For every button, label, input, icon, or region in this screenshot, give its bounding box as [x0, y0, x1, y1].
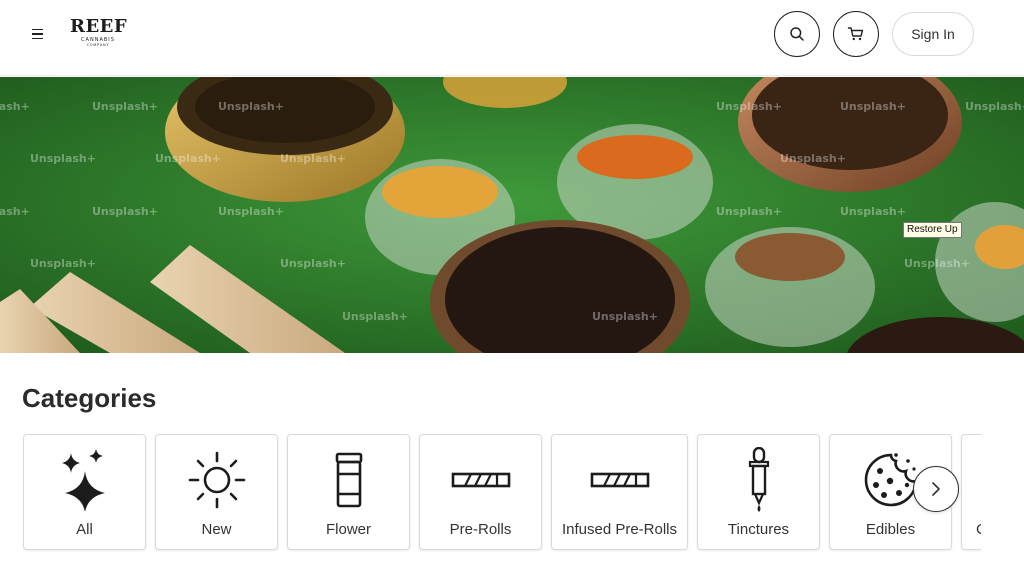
- svg-text:Unsplash+: Unsplash+: [840, 205, 906, 218]
- svg-text:Unsplash+: Unsplash+: [280, 152, 346, 165]
- menu-icon[interactable]: [28, 24, 48, 44]
- svg-text:Unsplash+: Unsplash+: [30, 152, 96, 165]
- category-label: New: [201, 521, 232, 538]
- sign-in-button[interactable]: Sign In: [892, 12, 974, 56]
- svg-text:lash+: lash+: [0, 205, 30, 218]
- category-label: Infused Pre-Rolls: [561, 521, 678, 538]
- category-card-partial[interactable]: C: [961, 434, 981, 550]
- tooltip: Restore Up: [903, 222, 962, 238]
- category-card-tinctures[interactable]: Tinctures: [697, 434, 820, 550]
- categories-carousel: All New Flower Pre-Rolls Infused Pre-Rol…: [23, 434, 981, 552]
- category-card-all[interactable]: All: [23, 434, 146, 550]
- dropper-icon: [748, 447, 769, 512]
- chevron-right-icon: [932, 482, 940, 496]
- jar-icon: [335, 452, 362, 508]
- category-card-pre-rolls[interactable]: Pre-Rolls: [419, 434, 542, 550]
- sun-icon: [188, 451, 245, 509]
- site-header: REEF CANNABIS COMPANY Sign In: [0, 0, 1024, 76]
- sparkles-icon: [61, 449, 105, 511]
- svg-text:Unsplash+: Unsplash+: [92, 100, 158, 113]
- category-label: Edibles: [865, 521, 916, 538]
- carousel-next-button[interactable]: [913, 466, 959, 512]
- svg-text:Unsplash+: Unsplash+: [840, 100, 906, 113]
- category-card-new[interactable]: New: [155, 434, 278, 550]
- svg-text:lash+: lash+: [0, 100, 30, 113]
- cart-button[interactable]: [833, 11, 879, 57]
- logo-subtitle-2: COMPANY: [86, 43, 110, 47]
- svg-text:Unsplash+: Unsplash+: [218, 205, 284, 218]
- category-label: Tinctures: [727, 521, 790, 538]
- hero-banner: lash+ Unsplash+ Unsplash+ Unsplash+ Unsplas…: [0, 77, 1024, 353]
- svg-text:Unsplash+: Unsplash+: [965, 100, 1024, 113]
- category-label: Flower: [325, 521, 371, 538]
- category-card-flower[interactable]: Flower: [287, 434, 410, 550]
- svg-text:Unsplash+: Unsplash+: [592, 310, 658, 323]
- categories-title: Categories: [22, 383, 157, 413]
- category-card-infused-pre-rolls[interactable]: Infused Pre-Rolls: [551, 434, 688, 550]
- svg-text:Unsplash+: Unsplash+: [218, 100, 284, 113]
- svg-text:Unsplash+: Unsplash+: [904, 257, 970, 270]
- hero-image: lash+ Unsplash+ Unsplash+ Unsplash+ Unsplas…: [0, 77, 1024, 353]
- svg-text:Unsplash+: Unsplash+: [30, 257, 96, 270]
- logo[interactable]: REEF CANNABIS COMPANY: [70, 16, 128, 50]
- search-icon: [790, 27, 804, 41]
- svg-text:Unsplash+: Unsplash+: [92, 205, 158, 218]
- svg-text:Unsplash+: Unsplash+: [155, 152, 221, 165]
- svg-text:Unsplash+: Unsplash+: [280, 257, 346, 270]
- cookie-icon: [864, 453, 917, 507]
- svg-text:Unsplash+: Unsplash+: [716, 100, 782, 113]
- category-label: All: [76, 521, 93, 538]
- cart-icon: [847, 27, 864, 41]
- logo-wordmark: REEF: [70, 16, 128, 37]
- svg-text:Unsplash+: Unsplash+: [716, 205, 782, 218]
- svg-text:Unsplash+: Unsplash+: [342, 310, 408, 323]
- search-button[interactable]: [774, 11, 820, 57]
- infused-pre-roll-icon: [590, 472, 649, 488]
- category-label: C: [962, 521, 981, 538]
- category-label: Pre-Rolls: [449, 521, 512, 538]
- svg-text:Unsplash+: Unsplash+: [780, 152, 846, 165]
- pre-roll-icon: [451, 472, 510, 488]
